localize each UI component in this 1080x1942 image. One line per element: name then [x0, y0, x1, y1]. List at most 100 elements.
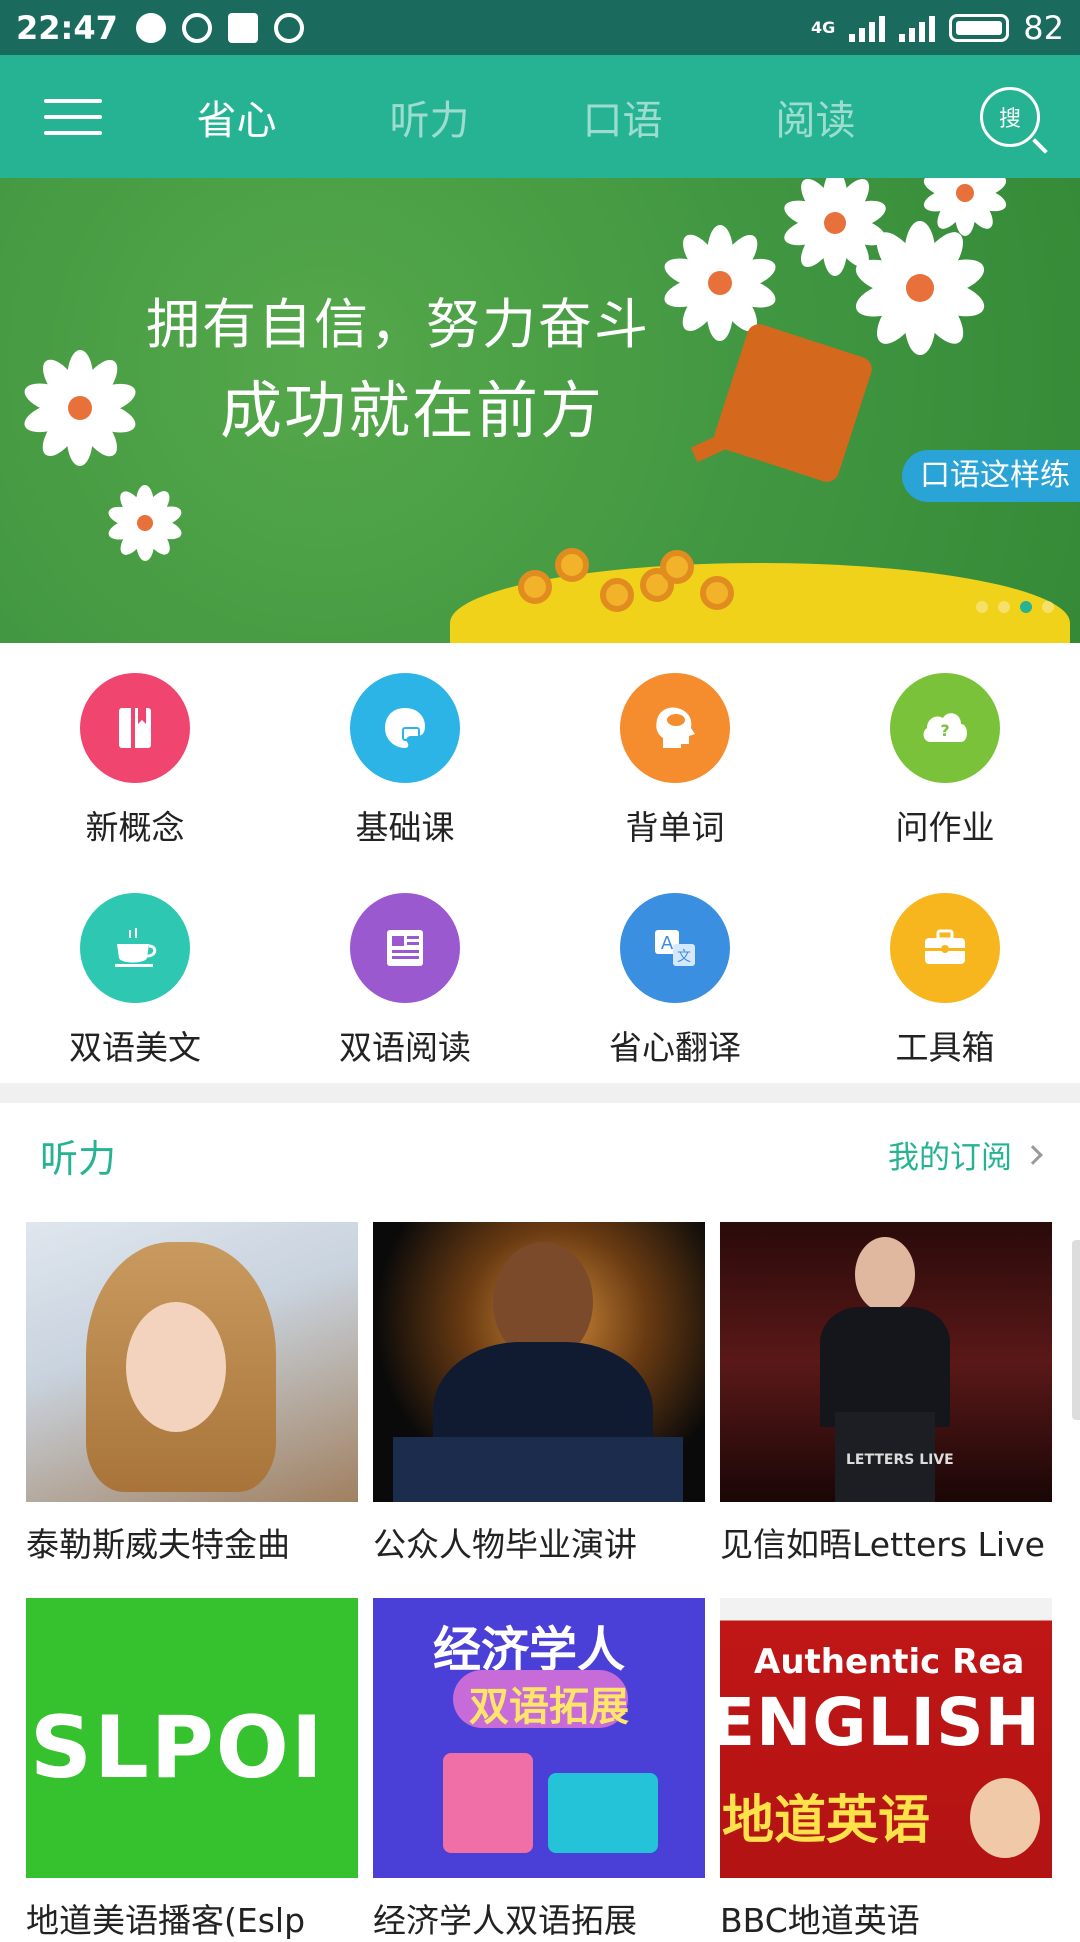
album-thumb-text: LETTERS LIVE	[846, 1452, 954, 1468]
my-subscriptions-label: 我的订阅	[888, 1140, 1012, 1176]
status-bar: 22:47 4G 82	[0, 0, 1080, 55]
teacup-icon	[80, 893, 190, 1003]
flower-core	[824, 212, 846, 234]
status-time: 22:47	[16, 8, 118, 47]
banner-subheadline: 成功就在前方	[220, 374, 605, 447]
flower-core	[708, 271, 732, 295]
shortcut-basic-course[interactable]: 基础课	[270, 673, 540, 849]
album-card[interactable]: Authentic Rea ENGLISH 地道英语 BBC地道英语	[720, 1598, 1052, 1942]
shortcut-bilingual-essays[interactable]: 双语美文	[0, 893, 270, 1069]
my-subscriptions-link[interactable]: 我的订阅	[888, 1132, 1043, 1177]
shortcut-translate[interactable]: A文 省心翻译	[540, 893, 810, 1069]
flower-core	[137, 515, 153, 531]
flower-core	[68, 396, 92, 420]
top-nav: 省心 听力 口语 阅读 搜	[0, 55, 1080, 178]
shortcut-grid: 新概念 基础课 背单词 ? 问作业 双语美文 双语阅读 A文 省心翻译 工具箱	[0, 643, 1080, 1083]
watering-can-image	[711, 321, 875, 485]
search-icon: 搜	[998, 106, 1021, 132]
album-card[interactable]: SLPOI 地道美语播客(Eslp	[26, 1598, 358, 1942]
shortcut-label: 双语美文	[69, 1028, 201, 1067]
album-card[interactable]: LETTERS LIVE 见信如晤Letters Live	[720, 1222, 1052, 1566]
flower-decoration	[850, 218, 990, 358]
album-title: 公众人物毕业演讲	[373, 1525, 637, 1564]
shortcut-new-concept[interactable]: 新概念	[0, 673, 270, 849]
search-button[interactable]: 搜	[980, 86, 1040, 147]
shortcut-toolbox[interactable]: 工具箱	[810, 893, 1080, 1069]
battery-level: 82	[1023, 8, 1064, 47]
check-circle-icon	[273, 12, 304, 43]
album-card[interactable]: 公众人物毕业演讲	[373, 1222, 705, 1566]
check-circle-icon	[181, 12, 212, 43]
banner-tag[interactable]: 口语这样练	[902, 450, 1080, 502]
translate-icon: A文	[620, 893, 730, 1003]
section-title: 听力	[40, 1137, 117, 1181]
network-type: 4G	[811, 18, 836, 37]
album-thumbnail: SLPOI	[26, 1598, 358, 1878]
shortcut-label: 省心翻译	[609, 1028, 741, 1067]
banner-headline: 拥有自信，努力奋斗	[146, 293, 650, 356]
carousel-dots	[976, 601, 1054, 613]
shortcut-vocabulary[interactable]: 背单词	[540, 673, 810, 849]
status-right: 4G 82	[811, 9, 1064, 47]
album-thumbnail: LETTERS LIVE	[720, 1222, 1052, 1502]
album-thumbnail	[26, 1222, 358, 1502]
sunflower-decoration	[518, 570, 552, 604]
toolbox-icon	[890, 893, 1000, 1003]
album-thumb-subtext: 双语拓展	[469, 1684, 629, 1730]
shortcut-label: 工具箱	[895, 1028, 995, 1067]
svg-text:文: 文	[677, 949, 691, 965]
head-icon	[620, 673, 730, 783]
album-title: BBC地道英语	[720, 1901, 920, 1940]
shortcut-label: 背单词	[625, 808, 725, 847]
svg-text:A: A	[661, 933, 674, 954]
flower-core	[906, 274, 934, 302]
signal-icon	[849, 14, 886, 42]
chevron-right-icon	[1023, 1144, 1043, 1165]
scroll-indicator	[1072, 1240, 1080, 1420]
tab-speaking[interactable]: 口语	[526, 88, 719, 146]
chat-bubble-icon	[135, 12, 166, 43]
flower-core	[956, 184, 974, 202]
hamburger-icon	[44, 98, 102, 103]
album-thumb-text: Authentic Rea	[754, 1642, 1025, 1682]
flower-decoration	[105, 483, 185, 563]
sunflower-decoration	[600, 578, 634, 612]
tab-listening[interactable]: 听力	[333, 88, 526, 146]
carousel-dot-active	[1020, 601, 1032, 613]
section-divider	[0, 1083, 1080, 1103]
flower-decoration	[20, 348, 140, 468]
album-title: 泰勒斯威夫特金曲	[26, 1525, 290, 1564]
shortcut-homework[interactable]: ? 问作业	[810, 673, 1080, 849]
album-thumbnail: Authentic Rea ENGLISH 地道英语	[720, 1598, 1052, 1878]
album-thumb-subtext: ENGLISH	[720, 1684, 1041, 1761]
battery-icon	[949, 13, 1010, 42]
play-icon	[227, 12, 258, 43]
palette-icon	[350, 673, 460, 783]
tab-shengxin[interactable]: 省心	[140, 88, 333, 146]
book-icon	[80, 673, 190, 783]
album-card[interactable]: 经济学人 双语拓展 经济学人双语拓展	[373, 1598, 705, 1942]
shortcut-label: 问作业	[895, 808, 995, 847]
carousel-dot	[1042, 601, 1054, 613]
shortcut-label: 双语阅读	[339, 1028, 471, 1067]
carousel-dot	[976, 601, 988, 613]
shortcut-label: 新概念	[85, 808, 185, 847]
newspaper-icon	[350, 893, 460, 1003]
sunflower-decoration	[700, 576, 734, 610]
album-card[interactable]: 泰勒斯威夫特金曲	[26, 1222, 358, 1566]
tab-reading[interactable]: 阅读	[719, 88, 912, 146]
album-title: 地道美语播客(Eslp	[26, 1901, 306, 1940]
signal-icon	[899, 14, 936, 42]
album-title: 经济学人双语拓展	[373, 1901, 637, 1940]
carousel-dot	[998, 601, 1010, 613]
question-cloud-icon: ?	[890, 673, 1000, 783]
banner-carousel[interactable]: 拥有自信，努力奋斗 成功就在前方 口语这样练	[0, 178, 1080, 643]
sunflower-decoration	[660, 550, 694, 584]
svg-text:?: ?	[940, 721, 949, 740]
album-thumbnail	[373, 1222, 705, 1502]
sunflower-decoration	[555, 548, 589, 582]
album-thumb-text: SLPOI	[30, 1698, 325, 1798]
shortcut-bilingual-reading[interactable]: 双语阅读	[270, 893, 540, 1069]
menu-button[interactable]	[0, 55, 140, 178]
album-title: 见信如晤Letters Live	[720, 1525, 1045, 1564]
